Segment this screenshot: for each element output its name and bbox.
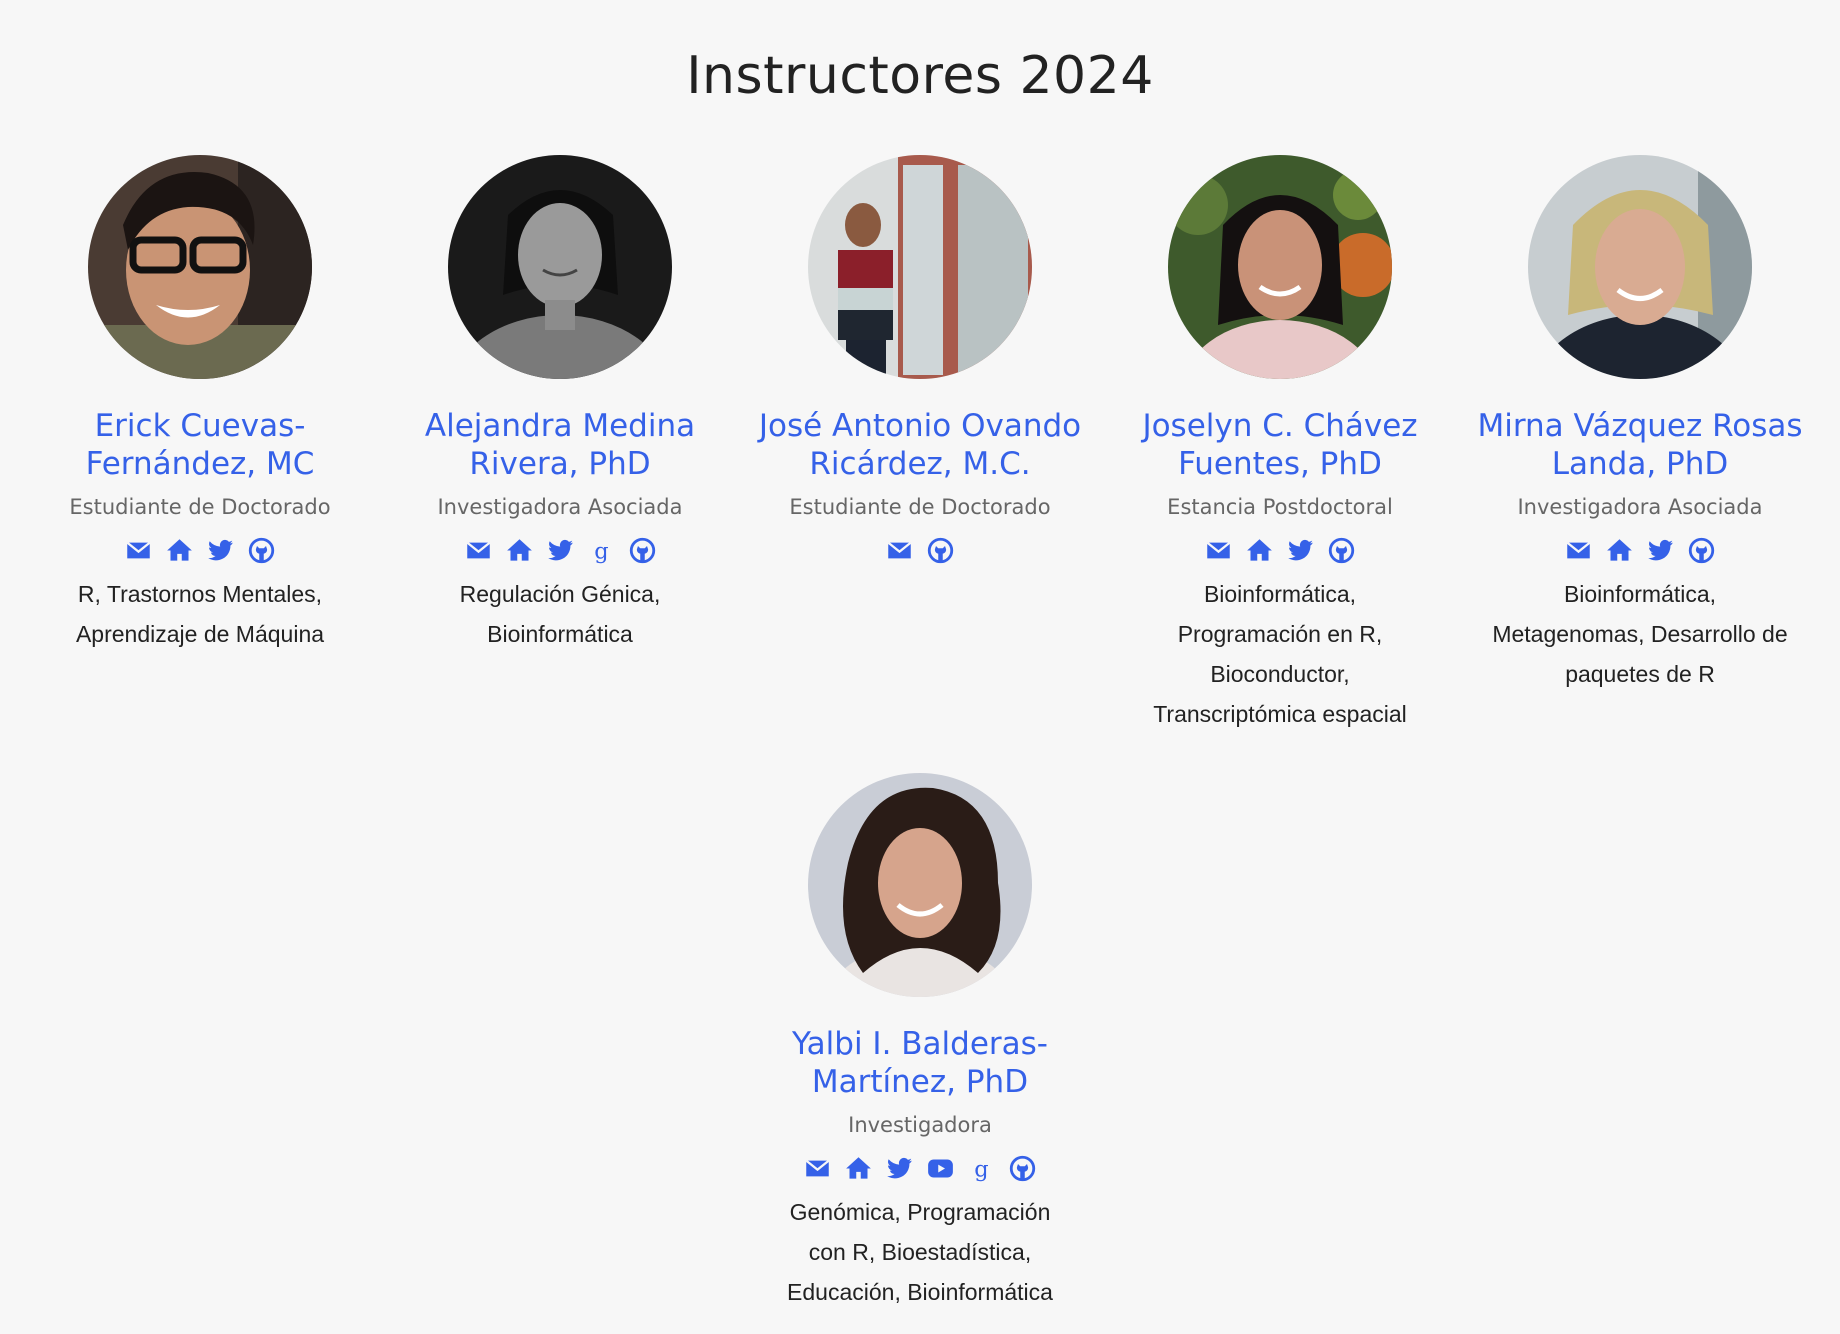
home-icon[interactable]: [845, 1155, 872, 1182]
avatar: [808, 773, 1032, 997]
instructors-page: Instructores 2024 Erick Cuevas-Fernández…: [0, 0, 1840, 1334]
github-icon[interactable]: [1328, 537, 1355, 564]
instructor-name[interactable]: Erick Cuevas-Fernández, MC: [30, 407, 370, 483]
svg-text:g: g: [594, 538, 608, 564]
avatar-photo: [808, 773, 1032, 997]
github-icon[interactable]: [927, 537, 954, 564]
social-links: [750, 537, 1090, 564]
social-links: g: [750, 1155, 1090, 1182]
github-icon[interactable]: [248, 537, 275, 564]
instructor-role: Investigadora: [848, 1113, 992, 1137]
avatar-photo: [1168, 155, 1392, 379]
social-links: [30, 537, 370, 564]
svg-text:g: g: [974, 1156, 988, 1182]
instructor-interests: Bioinformática, Metagenomas, Desarrollo …: [1492, 581, 1788, 687]
avatar-photo: [88, 155, 312, 379]
instructor-interests: Regulación Génica, Bioinformática: [459, 581, 661, 647]
instructor-name[interactable]: Alejandra Medina Rivera, PhD: [390, 407, 730, 483]
twitter-icon[interactable]: [886, 1155, 913, 1182]
envelope-icon[interactable]: [125, 537, 152, 564]
instructor-name[interactable]: Mirna Vázquez Rosas Landa, PhD: [1470, 407, 1810, 483]
instructor-role: Estancia Postdoctoral: [1167, 495, 1393, 519]
home-icon[interactable]: [506, 537, 533, 564]
envelope-icon[interactable]: [886, 537, 913, 564]
envelope-icon[interactable]: [1565, 537, 1592, 564]
envelope-icon[interactable]: [1205, 537, 1232, 564]
instructor-card: Joselyn C. Chávez Fuentes, PhD Estancia …: [1110, 155, 1450, 734]
avatar: [808, 155, 1032, 379]
home-icon[interactable]: [166, 537, 193, 564]
youtube-icon[interactable]: [927, 1155, 954, 1182]
github-icon[interactable]: [1009, 1155, 1036, 1182]
instructor-role: Investigadora Asociada: [1517, 495, 1763, 519]
instructor-card: Alejandra Medina Rivera, PhD Investigado…: [390, 155, 730, 654]
github-icon[interactable]: [629, 537, 656, 564]
instructor-role: Investigadora Asociada: [437, 495, 683, 519]
instructor-role: Estudiante de Doctorado: [789, 495, 1051, 519]
avatar-photo: [1528, 155, 1752, 379]
social-links: g: [390, 537, 730, 564]
instructor-card: José Antonio Ovando Ricárdez, M.C. Estud…: [750, 155, 1090, 564]
avatar-photo: [808, 155, 1032, 379]
home-icon[interactable]: [1606, 537, 1633, 564]
instructor-role: Estudiante de Doctorado: [69, 495, 331, 519]
instructor-card: Erick Cuevas-Fernández, MC Estudiante de…: [30, 155, 370, 654]
envelope-icon[interactable]: [804, 1155, 831, 1182]
instructor-card: Mirna Vázquez Rosas Landa, PhD Investiga…: [1470, 155, 1810, 694]
avatar-photo: [448, 155, 672, 379]
twitter-icon[interactable]: [547, 537, 574, 564]
instructor-name[interactable]: José Antonio Ovando Ricárdez, M.C.: [750, 407, 1090, 483]
avatar: [448, 155, 672, 379]
home-icon[interactable]: [1246, 537, 1273, 564]
instructor-interests: R, Trastornos Mentales, Aprendizaje de M…: [75, 581, 325, 647]
avatar: [1528, 155, 1752, 379]
instructor-card: Yalbi I. Balderas-Martínez, PhD Investig…: [750, 773, 1090, 1312]
twitter-icon[interactable]: [207, 537, 234, 564]
section-title: Instructores 2024: [686, 46, 1154, 106]
instructor-interests: Genómica, Programación con R, Bioestadís…: [787, 1199, 1053, 1305]
twitter-icon[interactable]: [1287, 537, 1314, 564]
github-icon[interactable]: [1688, 537, 1715, 564]
avatar: [88, 155, 312, 379]
social-links: [1110, 537, 1450, 564]
google-scholar-icon[interactable]: g: [588, 537, 615, 564]
twitter-icon[interactable]: [1647, 537, 1674, 564]
instructor-name[interactable]: Joselyn C. Chávez Fuentes, PhD: [1110, 407, 1450, 483]
social-links: [1470, 537, 1810, 564]
envelope-icon[interactable]: [465, 537, 492, 564]
avatar: [1168, 155, 1392, 379]
instructor-name[interactable]: Yalbi I. Balderas-Martínez, PhD: [750, 1025, 1090, 1101]
instructor-interests: Bioinformática, Programación en R, Bioco…: [1153, 581, 1407, 727]
google-scholar-icon[interactable]: g: [968, 1155, 995, 1182]
